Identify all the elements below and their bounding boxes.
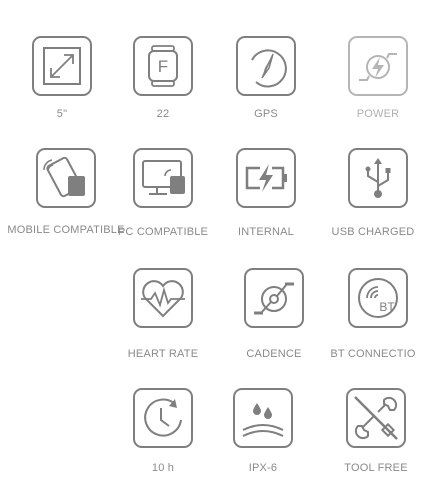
waterproof-label: IPX-6 [248,462,278,474]
tool-free-tile [346,388,406,448]
cadence-sensor-icon [254,282,294,315]
gps-label: GPS [254,108,278,120]
monitor-wireless-icon [142,160,185,195]
bt-connection-tile: BT [348,268,408,328]
phone-wireless-icon [43,156,85,198]
water-drops-icon [242,403,284,437]
cadence-tile [244,268,304,328]
svg-text:F: F [158,57,168,76]
tool-free-label: TOOL FREE [344,462,408,474]
bluetooth-signal-icon: BT [358,278,398,318]
internal-label: INTERNAL [238,226,294,238]
screen-size-tile [32,36,92,96]
gps-tile [236,36,296,96]
diagonal-resize-arrow-icon [43,47,81,85]
watch-label: 22 [156,108,170,120]
clock-refresh-icon [144,398,182,437]
usb-charged-tile [348,148,408,208]
power-label: POWER [356,108,400,120]
compass-icon [251,49,287,88]
bt-connection-label: BT CONNECTIO [330,348,416,360]
watch-f-icon: F [148,45,178,87]
pc-compatible-label: PC COMPATIBLE [117,226,209,238]
power-tile [348,36,408,96]
heart-rate-tile [133,268,193,328]
battery-life-tile [133,388,193,448]
heart-rate-label: HEART RATE [127,348,199,360]
svg-text:BT: BT [379,300,395,314]
pc-compatible-tile [133,148,193,208]
battery-charging-icon [245,164,287,192]
watch-tile: F [133,36,193,96]
internal-battery-tile [236,148,296,208]
power-generator-icon [359,53,397,81]
mobile-compatible-tile [36,148,96,208]
no-tools-icon [354,396,398,440]
usb-icon [365,158,391,198]
usb-charged-label: USB CHARGED [331,226,415,238]
cadence-label: CADENCE [246,348,302,360]
heart-pulse-icon [141,280,185,318]
waterproof-tile [233,388,293,448]
